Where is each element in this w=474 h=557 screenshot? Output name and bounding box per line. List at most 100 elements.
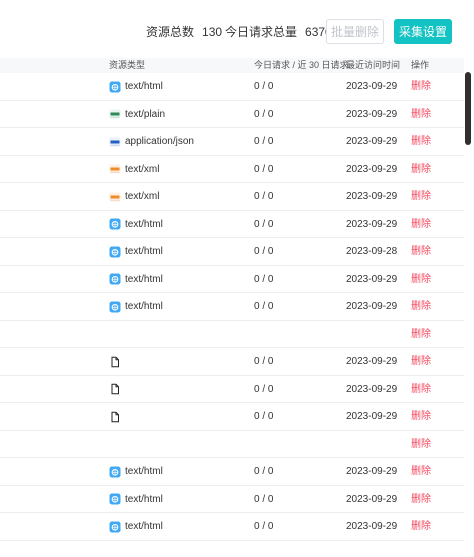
- table-row: text/html 0 / 0 2023-09-29 删除: [0, 266, 464, 293]
- scrollbar-thumb[interactable]: [465, 72, 471, 145]
- requests-cell: 0 / 0: [254, 163, 274, 175]
- resource-type-cell: text/html: [109, 458, 163, 485]
- last-access-cell: 2023-09-29: [346, 356, 398, 367]
- delete-link[interactable]: 删除: [411, 403, 431, 430]
- resource-type-cell: [109, 376, 125, 403]
- table-row: text/xml 0 / 0 2023-09-29 删除: [0, 183, 464, 211]
- resource-type-label: text/html: [125, 246, 163, 257]
- resource-type-cell: [109, 431, 113, 458]
- delete-link[interactable]: 删除: [411, 376, 431, 403]
- resource-type-label: text/plain: [125, 108, 166, 120]
- json-file-icon: [109, 136, 121, 148]
- resource-type-label: application/json: [125, 136, 194, 147]
- resource-total-stat: 资源总数 130: [146, 24, 222, 40]
- requests-cell: 0 / 0: [254, 218, 274, 230]
- table-row: 0 / 0 2023-09-29 删除: [0, 348, 464, 376]
- last-access-cell: 2023-09-29: [346, 163, 398, 175]
- resource-type-cell: text/xml: [109, 183, 159, 210]
- table-row: text/html 0 / 0 2023-09-29 删除: [0, 486, 464, 513]
- table-row: 0 / 0 2023-09-29 删除: [0, 403, 464, 431]
- last-access-cell: 2023-09-28: [346, 246, 398, 257]
- delete-link[interactable]: 删除: [411, 458, 431, 485]
- table-row: text/html 0 / 0 2023-09-29 删除: [0, 73, 464, 101]
- header-requests: 今日请求 / 近 30 日请求: [254, 60, 349, 70]
- resource-type-label: text/xml: [125, 163, 160, 175]
- resource-type-label: text/html: [125, 218, 163, 230]
- requests-cell: 0 / 0: [254, 81, 274, 92]
- resource-total-label: 资源总数: [146, 25, 195, 39]
- resource-type-label: text/html: [125, 81, 163, 92]
- resource-type-cell: text/html: [109, 513, 163, 540]
- blank-file-icon: [109, 411, 121, 423]
- last-access-cell: 2023-09-29: [346, 108, 398, 120]
- delete-link[interactable]: 删除: [411, 211, 431, 238]
- last-access-cell: 2023-09-29: [346, 81, 398, 92]
- delete-link[interactable]: 删除: [411, 348, 431, 375]
- resource-type-cell: text/xml: [109, 156, 159, 183]
- html-file-icon: [109, 301, 121, 313]
- table-header: 资源类型 今日请求 / 近 30 日请求 最近访问时间 操作: [0, 58, 464, 73]
- delete-link[interactable]: 删除: [411, 431, 431, 458]
- toolbar: 资源总数 130 今日请求总量 6370 批量删除 采集设置: [0, 0, 474, 58]
- resource-table: 资源类型 今日请求 / 近 30 日请求 最近访问时间 操作 text/html…: [0, 58, 464, 541]
- resource-total-value: 130: [202, 25, 223, 39]
- resource-type-cell: text/plain: [109, 101, 165, 128]
- delete-link[interactable]: 删除: [411, 183, 431, 210]
- delete-link[interactable]: 删除: [411, 266, 431, 293]
- last-access-cell: 2023-09-29: [346, 383, 398, 395]
- delete-link[interactable]: 删除: [411, 238, 431, 265]
- requests-cell: 0 / 0: [254, 466, 274, 477]
- html-file-icon: [109, 273, 121, 285]
- delete-link[interactable]: 删除: [411, 128, 431, 155]
- table-row: 删除: [0, 431, 464, 458]
- header-action: 操作: [411, 60, 430, 70]
- requests-cell: 0 / 0: [254, 521, 274, 532]
- delete-link[interactable]: 删除: [411, 513, 431, 540]
- header-last-access: 最近访问时间: [346, 60, 401, 70]
- xml-file-icon: [109, 191, 121, 203]
- requests-cell: 0 / 0: [254, 356, 274, 367]
- batch-delete-button[interactable]: 批量删除: [326, 19, 384, 44]
- table-row: application/json 0 / 0 2023-09-29 删除: [0, 128, 464, 156]
- resource-type-cell: text/html: [109, 238, 163, 265]
- collect-settings-button[interactable]: 采集设置: [394, 19, 452, 44]
- header-resource-type: 资源类型: [109, 60, 146, 70]
- table-row: text/html 0 / 0 2023-09-28 删除: [0, 238, 464, 266]
- resource-type-cell: [109, 403, 125, 430]
- last-access-cell: 2023-09-29: [346, 136, 398, 147]
- table-row: text/html 0 / 0 2023-09-29 删除: [0, 513, 464, 541]
- delete-link[interactable]: 删除: [411, 156, 431, 183]
- resource-type-cell: text/html: [109, 486, 163, 513]
- table-body: text/html 0 / 0 2023-09-29 删除 text/plain 0 / …: [0, 73, 464, 541]
- table-row: text/plain 0 / 0 2023-09-29 删除: [0, 101, 464, 128]
- delete-link[interactable]: 删除: [411, 73, 431, 100]
- delete-link[interactable]: 删除: [411, 486, 431, 513]
- delete-link[interactable]: 删除: [411, 101, 431, 128]
- requests-cell: 0 / 0: [254, 273, 274, 285]
- resource-type-label: text/html: [125, 301, 163, 312]
- table-row: text/html 0 / 0 2023-09-29 删除: [0, 458, 464, 486]
- requests-cell: 0 / 0: [254, 191, 274, 202]
- html-file-icon: [109, 246, 121, 258]
- requests-cell: 0 / 0: [254, 383, 274, 395]
- table-row: text/xml 0 / 0 2023-09-29 删除: [0, 156, 464, 183]
- resource-type-cell: [109, 348, 125, 375]
- last-access-cell: 2023-09-29: [346, 273, 398, 285]
- last-access-cell: 2023-09-29: [346, 411, 398, 422]
- table-row: text/html 0 / 0 2023-09-29 删除: [0, 211, 464, 238]
- table-row: 删除: [0, 321, 464, 348]
- requests-cell: 0 / 0: [254, 301, 274, 312]
- resource-type-cell: text/html: [109, 266, 163, 293]
- delete-link[interactable]: 删除: [411, 293, 431, 320]
- resource-type-label: text/html: [125, 273, 163, 285]
- resource-type-label: text/html: [125, 466, 163, 477]
- delete-link[interactable]: 删除: [411, 321, 431, 348]
- resource-type-cell: application/json: [109, 128, 194, 155]
- requests-cell: 0 / 0: [254, 493, 274, 505]
- requests-cell: 0 / 0: [254, 246, 274, 257]
- last-access-cell: 2023-09-29: [346, 493, 398, 505]
- html-file-icon: [109, 466, 121, 478]
- last-access-cell: 2023-09-29: [346, 301, 398, 312]
- today-requests-stat: 今日请求总量 6370: [225, 24, 332, 40]
- blank-file-icon: [109, 383, 121, 395]
